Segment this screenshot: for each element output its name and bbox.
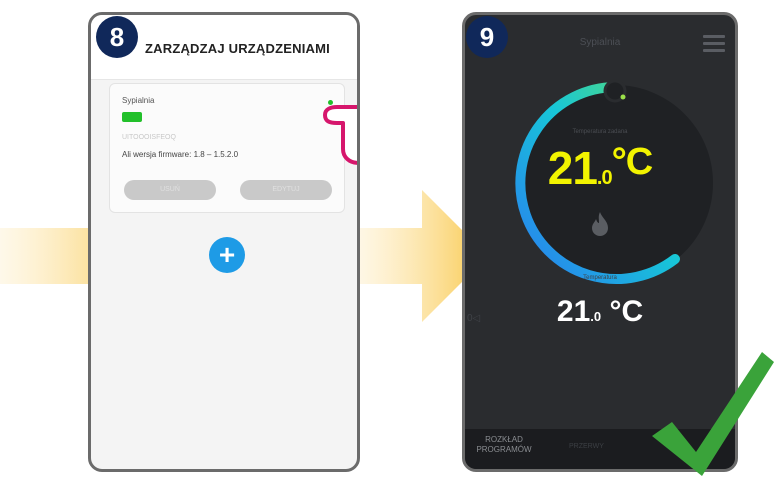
pointing-hand-icon [323,105,357,165]
step-badge-8: 8 [96,16,138,58]
edit-button[interactable]: EDYTUJ [240,180,332,200]
set-temperature-value: 21.0°C [547,141,653,194]
add-device-button[interactable]: + [209,237,245,273]
side-marker: 0◁ [467,313,481,324]
page-title: ZARZĄDZAJ URZĄDZENIAMI [145,41,330,56]
hamburger-menu-icon[interactable] [703,35,725,52]
flame-icon [592,212,608,236]
device-id: UITOOOISFEOQ [122,134,176,141]
device-status-icon [122,112,142,122]
green-check-icon [652,352,774,476]
firmware-version: Ali wersja firmware: 1.8 – 1.5.2.0 [122,150,239,159]
delete-button[interactable]: USUŃ [124,180,216,200]
step-badge-9: 9 [466,16,508,58]
tab-schedule[interactable]: ROZKŁAD PROGRAMÓW [475,435,533,455]
device-card[interactable]: Sypialnia UITOOOISFEOQ Ali wersja firmwa… [109,83,345,213]
tab-breaks[interactable]: PRZERWY [569,443,604,450]
room-temperature-value: 21.0 °C [556,295,644,328]
device-name: Sypialnia [122,96,155,105]
set-temperature-label: Temperatura zadana [572,129,628,135]
room-temperature-label: Temperatura [583,275,617,281]
phone-screen-manage-devices: ZARZĄDZAJ URZĄDZENIAMI Sypialnia UITOOOI… [88,12,360,472]
